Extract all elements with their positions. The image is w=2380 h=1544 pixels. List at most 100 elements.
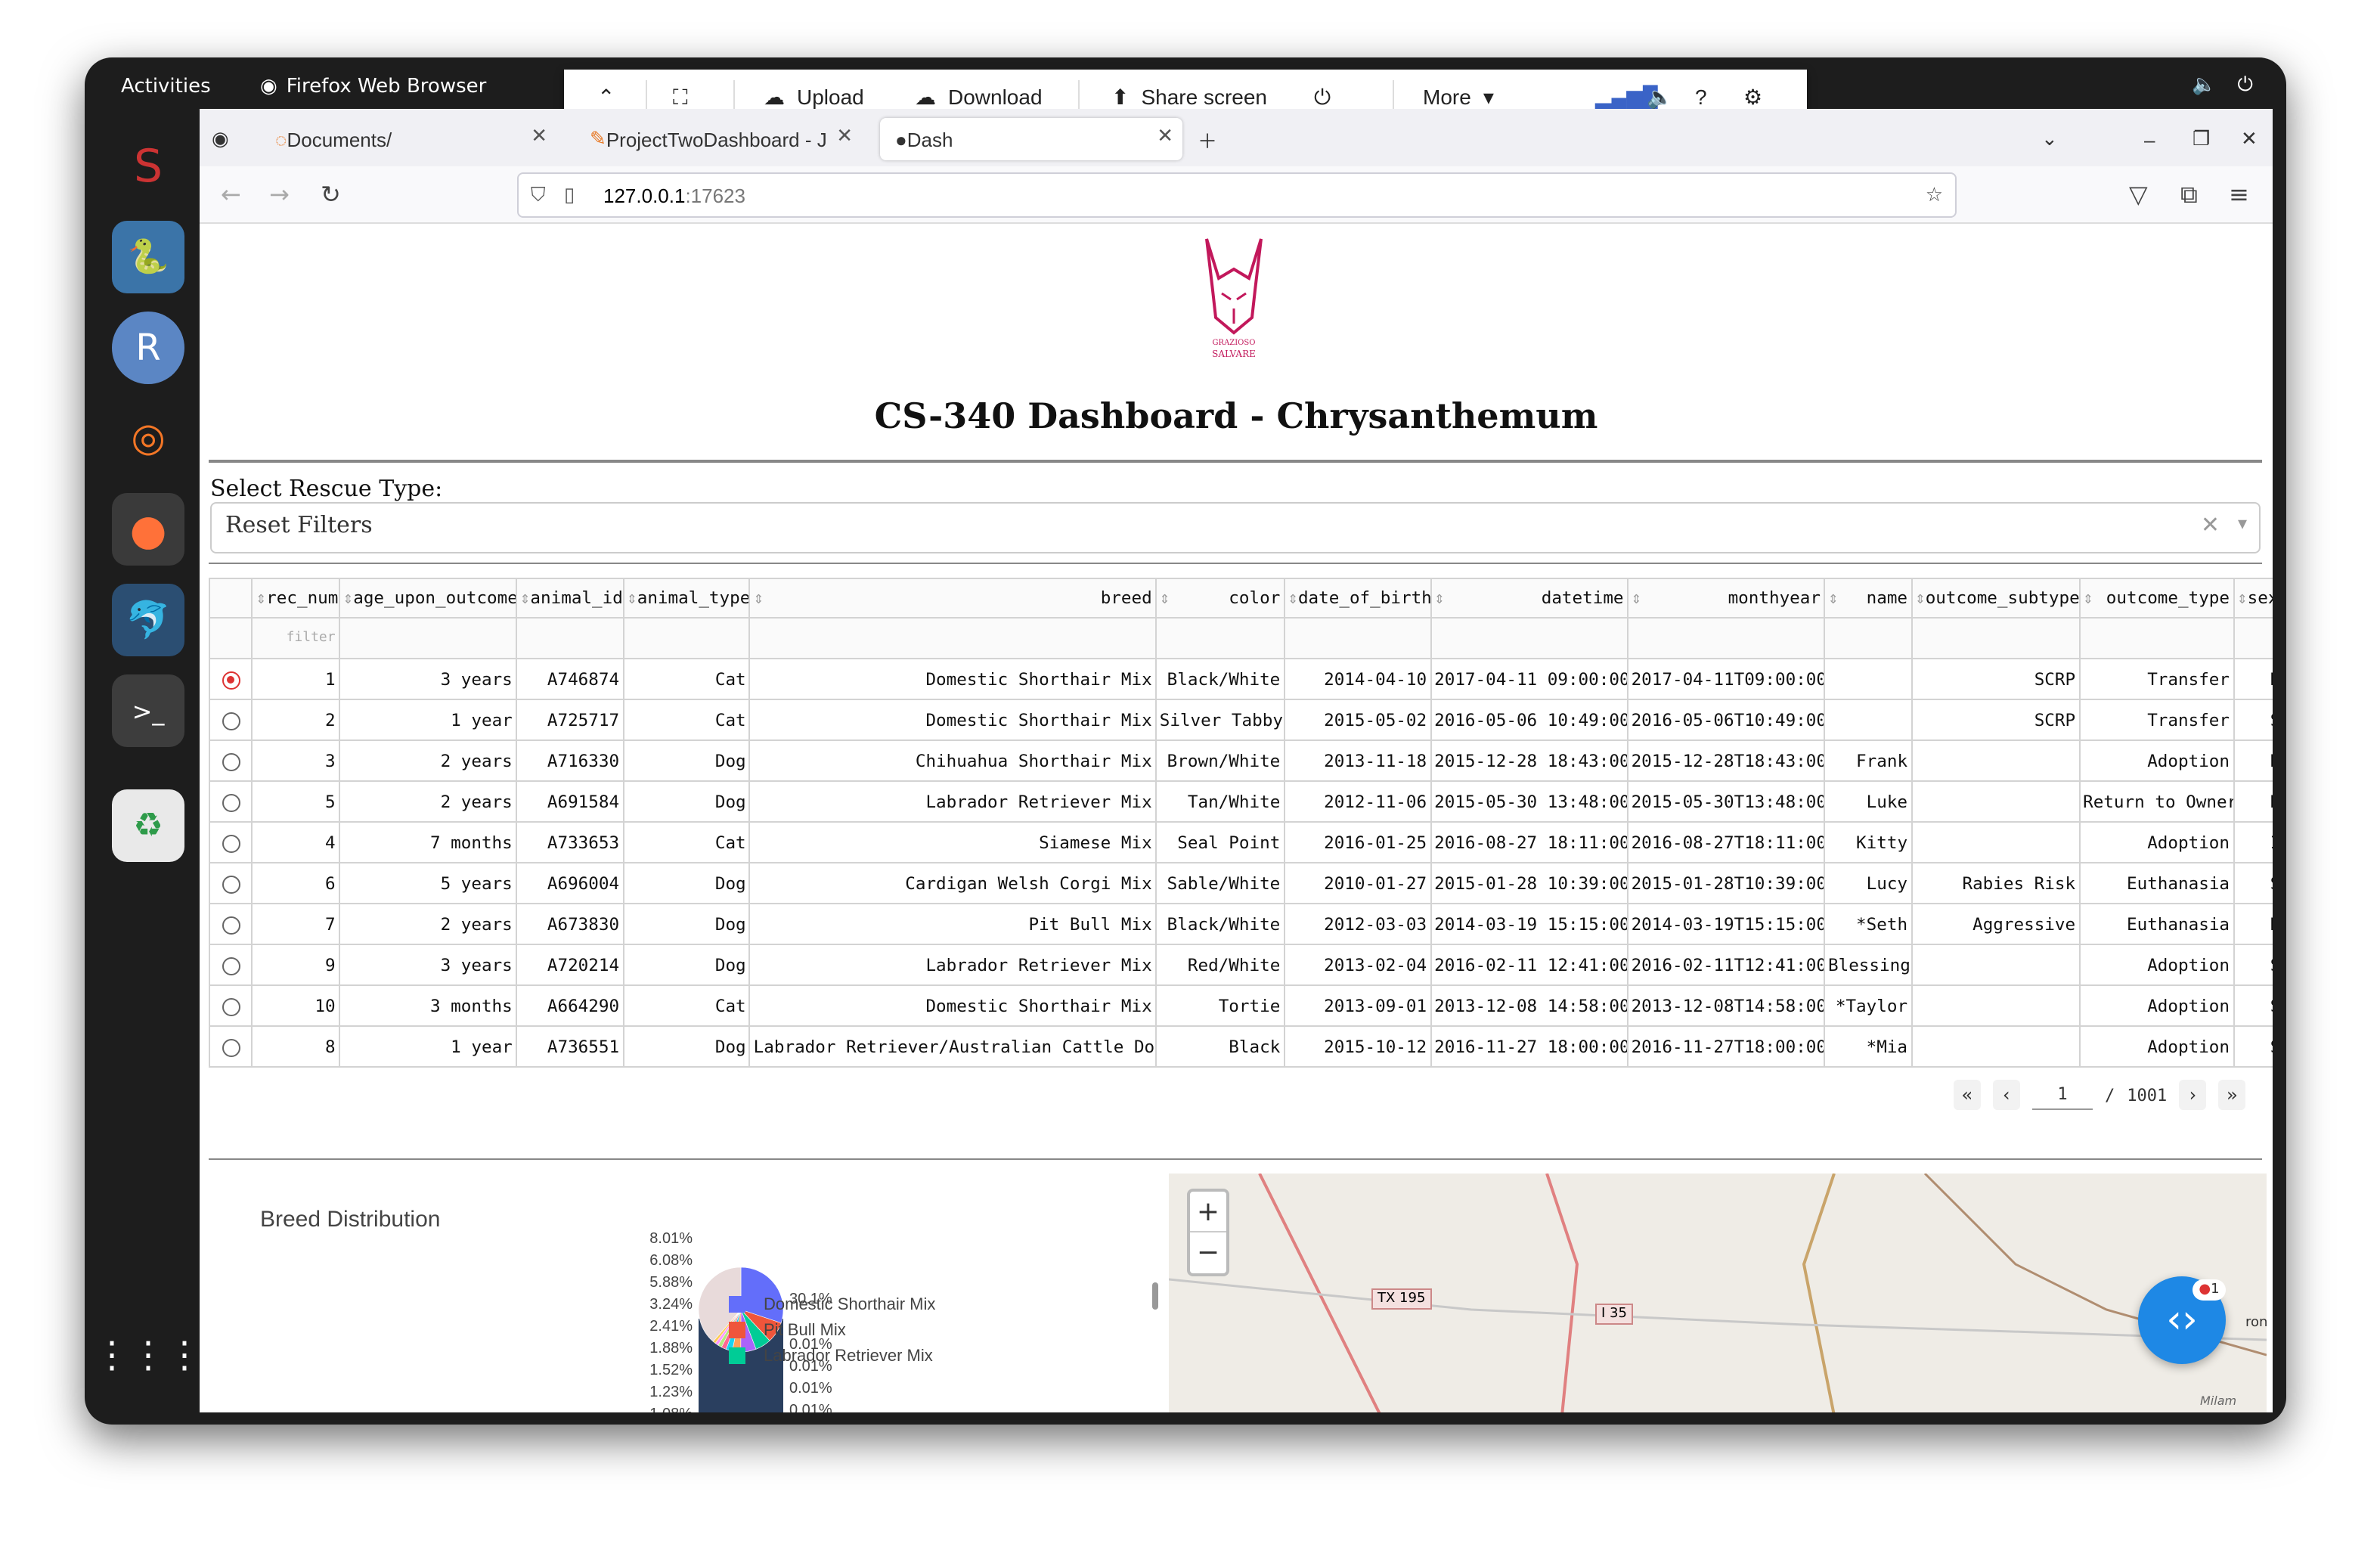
tab-project[interactable]: ✎ ProjectTwoDashboard - J ✕ [575, 118, 862, 160]
zoom-out-button[interactable]: − [1190, 1232, 1226, 1273]
legend-item[interactable]: Labrador Retriever Mix [729, 1343, 935, 1369]
row-select-radio[interactable] [208, 1025, 253, 1068]
column-header-age-upon-outcome[interactable]: ⇕ age_upon_outcome [338, 578, 517, 619]
row-select-radio[interactable] [208, 699, 253, 741]
page-icon[interactable]: ▯ [564, 183, 575, 207]
column-header-monthyear[interactable]: ⇕ monthyear [1626, 578, 1826, 619]
app-grid-icon[interactable]: ⋮⋮⋮ [94, 1319, 203, 1391]
column-header-outcome-type[interactable]: ⇕ outcome_type [2078, 578, 2235, 619]
rescue-type-dropdown[interactable]: Reset Filters ✕ ▾ [210, 502, 2261, 553]
sort-icon[interactable]: ⇕ [1160, 588, 1170, 608]
filter-input-datetime[interactable] [1430, 617, 1629, 659]
next-page-button[interactable]: › [2179, 1080, 2207, 1110]
firefox-view-icon[interactable]: ◉ [212, 118, 248, 160]
radio-icon[interactable] [222, 916, 240, 934]
extensions-icon[interactable]: ⧉ [2180, 180, 2198, 210]
firefox-dock-icon[interactable]: ● [112, 493, 184, 566]
radio-icon[interactable] [222, 875, 240, 893]
page-input[interactable]: 1 [2032, 1080, 2093, 1110]
close-tab-icon[interactable]: ✕ [1157, 124, 1173, 148]
radio-icon[interactable] [222, 956, 240, 975]
tab-dash[interactable]: ● Dash ✕ [880, 118, 1182, 160]
table-row[interactable]: 52 years A691584 Dog Labrador Retriever Mix… [208, 780, 2273, 823]
column-header-name[interactable]: ⇕ name [1824, 578, 1913, 619]
jupyter-icon[interactable]: ◎ [112, 402, 184, 475]
last-page-button[interactable]: » [2218, 1080, 2246, 1110]
sort-icon[interactable]: ⇕ [520, 588, 531, 608]
bookmark-star-icon[interactable]: ☆ [1926, 183, 1943, 207]
minimize-icon[interactable]: – [2144, 118, 2155, 160]
back-icon[interactable]: ← [221, 180, 241, 209]
sort-icon[interactable]: ⇕ [754, 588, 764, 608]
chevron-down-icon[interactable]: ▾ [2238, 513, 2247, 534]
row-select-radio[interactable] [208, 739, 253, 782]
power-icon[interactable]: ⏻ [2237, 74, 2253, 97]
filter-input-monthyear[interactable] [1626, 617, 1826, 659]
column-header-date-of-birth[interactable]: ⇕ date_of_birth [1283, 578, 1432, 619]
filter-input-name[interactable] [1824, 617, 1913, 659]
row-select-radio[interactable] [208, 944, 253, 986]
sort-icon[interactable]: ⇕ [1915, 588, 1926, 608]
zoom-in-button[interactable]: + [1190, 1192, 1226, 1232]
filter-input-sex-u[interactable] [2233, 617, 2273, 659]
row-select-radio[interactable] [208, 658, 253, 700]
reload-icon[interactable]: ↻ [321, 180, 341, 209]
row-select-radio[interactable] [208, 862, 253, 904]
tab-documents[interactable]: ◌ Documents/ ✕ [260, 118, 556, 160]
app-menu[interactable]: ◉ Firefox Web Browser [260, 76, 486, 98]
filter-input-date-of-birth[interactable] [1283, 617, 1432, 659]
sort-icon[interactable]: ⇕ [1434, 588, 1445, 608]
filter-input-color[interactable] [1154, 617, 1285, 659]
close-tab-icon[interactable]: ✕ [836, 124, 853, 148]
filter-input-breed[interactable] [748, 617, 1157, 659]
filter-input-age-upon-outcome[interactable] [338, 617, 517, 659]
table-row[interactable]: 72 years A673830 Dog Pit Bull Mix Black/Whit… [208, 903, 2273, 945]
r-icon[interactable]: R [112, 312, 184, 384]
row-select-radio[interactable] [208, 903, 253, 945]
table-row[interactable]: 65 years A696004 Dog Cardigan Welsh Corgi M… [208, 862, 2273, 904]
filter-input-animal-type[interactable] [622, 617, 751, 659]
clear-icon[interactable]: ✕ [2201, 511, 2220, 538]
restore-icon[interactable]: ❐ [2193, 118, 2210, 160]
sort-icon[interactable]: ⇕ [2237, 588, 2248, 608]
close-window-icon[interactable]: ✕ [2241, 118, 2258, 160]
terminal-icon[interactable]: >_ [112, 674, 184, 747]
table-row[interactable]: 21 year A725717 Cat Domestic Shorthair Mix S… [208, 699, 2273, 741]
column-header-animal-type[interactable]: ⇕ animal_type [622, 578, 751, 619]
radio-icon[interactable] [222, 712, 240, 730]
new-tab-icon[interactable]: ＋ [1198, 118, 1217, 160]
menu-icon[interactable]: ≡ [2229, 180, 2249, 209]
filter-input-rec-num[interactable]: filter [251, 617, 340, 659]
volume-icon[interactable]: 🔈 [2192, 74, 2216, 97]
row-select-radio[interactable] [208, 984, 253, 1027]
row-select-radio[interactable] [208, 821, 253, 863]
mysql-icon[interactable]: 🐬 [112, 584, 184, 656]
sort-icon[interactable]: ⇕ [2083, 588, 2093, 608]
table-row[interactable]: 93 years A720214 Dog Labrador Retriever Mix… [208, 944, 2273, 986]
sort-icon[interactable]: ⇕ [256, 588, 267, 608]
sort-icon[interactable]: ⇕ [1632, 588, 1642, 608]
radio-icon[interactable] [222, 834, 240, 852]
column-header-color[interactable]: ⇕ color [1154, 578, 1285, 619]
radio-icon[interactable] [222, 1038, 240, 1056]
sort-icon[interactable]: ⇕ [627, 588, 637, 608]
app-icon-s[interactable]: S [112, 130, 184, 203]
column-header-datetime[interactable]: ⇕ datetime [1430, 578, 1629, 619]
filter-input-outcome-type[interactable] [2078, 617, 2235, 659]
sort-icon[interactable]: ⇕ [1828, 588, 1839, 608]
column-header-breed[interactable]: ⇕ breed [748, 578, 1157, 619]
pocket-icon[interactable]: ▽ [2129, 180, 2148, 209]
close-tab-icon[interactable]: ✕ [531, 124, 547, 148]
table-row[interactable]: 13 years A746874 Cat Domestic Shorthair Mix… [208, 658, 2273, 700]
url-bar[interactable]: ⛉ ▯ 127.0.0.1:17623 ☆ [517, 172, 1957, 218]
table-row[interactable]: 10 3 months A664290 Cat Domestic Shorthair M… [208, 984, 2273, 1027]
system-tray[interactable]: 🔈 ⏻ [2192, 74, 2253, 97]
first-page-button[interactable]: « [1954, 1080, 1981, 1110]
radio-icon[interactable] [222, 752, 240, 770]
prev-page-button[interactable]: ‹ [1993, 1080, 2020, 1110]
shield-icon[interactable]: ⛉ [531, 183, 546, 207]
radio-icon[interactable] [222, 793, 240, 811]
activities-button[interactable]: Activities [121, 76, 211, 98]
scrollbar-handle[interactable] [1152, 1282, 1158, 1310]
column-header-outcome-subtype[interactable]: ⇕ outcome_subtype [1911, 578, 2081, 619]
